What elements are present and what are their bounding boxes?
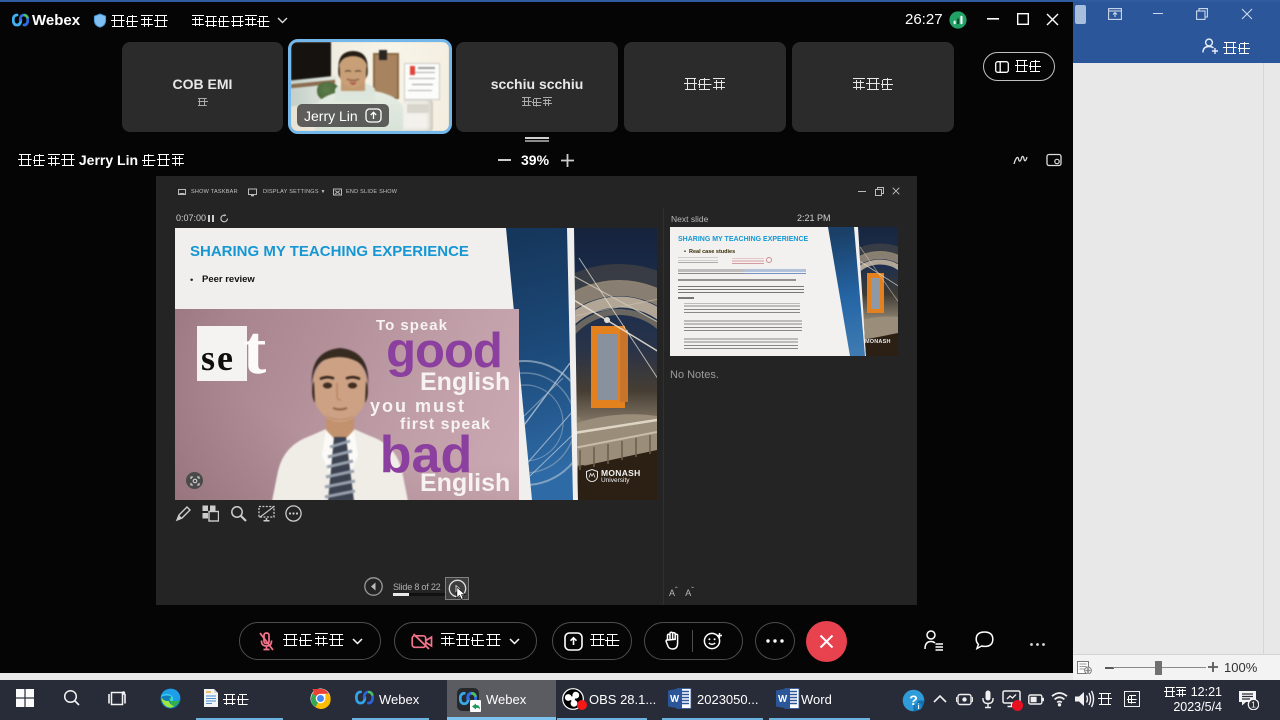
svg-text:1: 1 bbox=[1251, 700, 1256, 710]
svg-text:i: i bbox=[917, 702, 919, 711]
